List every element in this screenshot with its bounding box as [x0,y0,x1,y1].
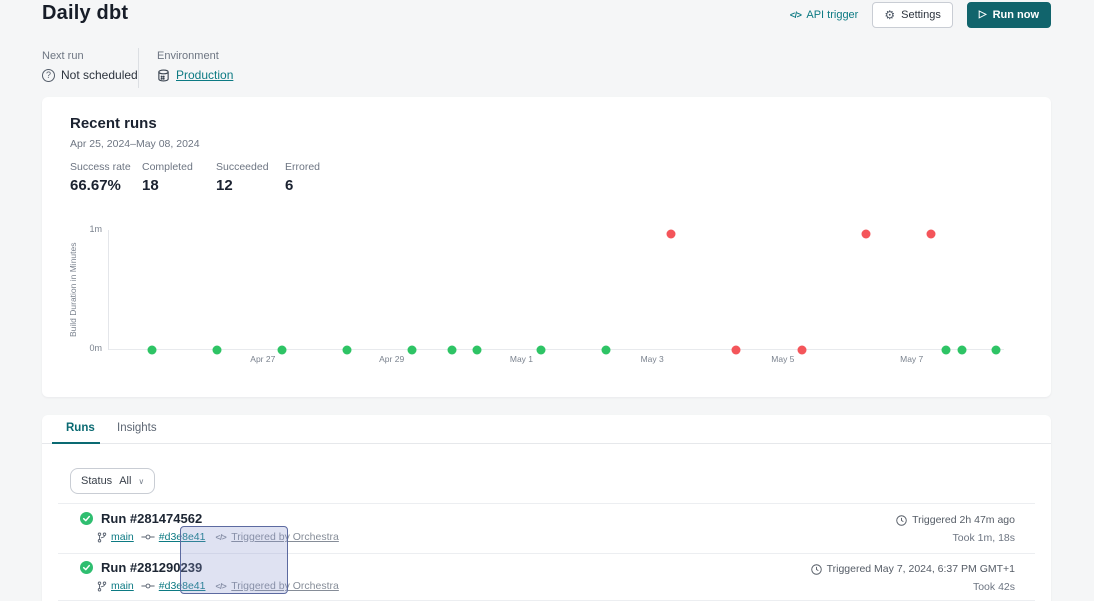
triggered-time: Triggered 2h 47m ago [896,514,1015,526]
y-tick-label: 1m [78,224,102,234]
chart-point-error[interactable] [862,229,871,238]
commit-sha[interactable]: #d3e8e41 [159,531,206,543]
play-icon: ▷ [979,10,987,20]
recent-runs-date-range: Apr 25, 2024–May 08, 2024 [70,138,200,150]
tab-runs[interactable]: Runs [66,422,95,434]
x-tick-label: Apr 27 [250,354,275,364]
commit-icon [141,533,155,541]
git-branch-icon [97,581,107,592]
stat-label: Succeeded [216,161,269,173]
environment-link[interactable]: Production [176,68,233,82]
trigger-source-badge[interactable]: </> Triggered by Orchestra [215,580,338,592]
branch-name[interactable]: main [111,531,134,543]
run-meta: Triggered May 7, 2024, 6:37 PM GMT+1 Too… [811,563,1015,593]
environment-value: Production [157,68,233,82]
next-run-value: ? Not scheduled [42,68,138,82]
branch-link[interactable]: main [97,531,134,543]
run-now-label: Run now [993,9,1039,21]
chart-plot [108,230,1035,350]
environment-label: Environment [157,50,219,62]
trigger-source-link[interactable]: Triggered by Orchestra [231,531,339,543]
next-run-text: Not scheduled [61,68,138,82]
stat-succeeded: Succeeded 12 [216,161,269,194]
database-icon [157,69,170,82]
run-now-button[interactable]: ▷ Run now [967,2,1051,28]
meta-divider [138,48,139,88]
stat-label: Success rate [70,161,131,173]
recent-runs-title: Recent runs [70,115,157,132]
success-check-icon [80,561,93,574]
x-tick-label: May 1 [510,354,533,364]
run-row[interactable]: Run #281474562 main #d3e8e41 [80,511,339,543]
commit-icon [141,582,155,590]
branch-name[interactable]: main [111,580,134,592]
active-tab-underline [52,442,100,444]
status-filter-label: Status [81,475,112,487]
runs-list-card: Runs Insights Status All ∨ Run #28147456… [42,415,1051,601]
duration-text: Took 42s [973,581,1015,593]
tab-bar: Runs Insights [42,415,1051,444]
api-trigger-button[interactable]: </> API trigger [790,9,858,21]
x-tick-label: May 5 [771,354,794,364]
tab-insights[interactable]: Insights [117,422,157,434]
code-icon: </> [790,10,802,20]
stat-completed: Completed 18 [142,161,193,194]
stat-success-rate: Success rate 66.67% [70,161,131,194]
api-trigger-label: API trigger [806,9,858,21]
y-tick-label: 0m [78,343,102,353]
trigger-source-link[interactable]: Triggered by Orchestra [231,580,339,592]
clock-icon [896,515,907,526]
commit-link[interactable]: #d3e8e41 [141,531,206,543]
recent-runs-card: Recent runs Apr 25, 2024–May 08, 2024 Su… [42,97,1051,397]
stat-label: Completed [142,161,193,173]
chart-y-axis-label: Build Duration in Minutes [68,230,80,350]
commit-link[interactable]: #d3e8e41 [141,580,206,592]
chart-x-axis-line [109,349,1004,350]
chart-point-error[interactable] [927,229,936,238]
chevron-down-icon: ∨ [138,477,144,486]
stat-value: 12 [216,177,269,194]
git-branch-icon [97,532,107,543]
x-tick-label: Apr 29 [379,354,404,364]
row-divider [58,553,1035,554]
settings-button[interactable]: ⚙ Settings [872,2,953,28]
x-tick-label: May 3 [641,354,664,364]
run-meta: Triggered 2h 47m ago Took 1m, 18s [896,514,1015,544]
settings-label: Settings [901,9,941,21]
trigger-source-badge[interactable]: </> Triggered by Orchestra [215,531,338,543]
chart-point-error[interactable] [667,229,676,238]
page-title: Daily dbt [42,2,128,25]
code-icon: </> [215,581,226,591]
triggered-text: Triggered 2h 47m ago [912,514,1015,526]
x-tick-label: May 7 [900,354,923,364]
stat-value: 18 [142,177,193,194]
branch-link[interactable]: main [97,580,134,592]
triggered-time: Triggered May 7, 2024, 6:37 PM GMT+1 [811,563,1015,575]
success-check-icon [80,512,93,525]
header-actions: </> API trigger ⚙ Settings ▷ Run now [790,1,1051,28]
next-run-label: Next run [42,50,84,62]
row-divider [58,503,1035,504]
commit-sha[interactable]: #d3e8e41 [159,580,206,592]
code-icon: </> [215,532,226,542]
status-filter-value: All [119,475,131,487]
status-filter-dropdown[interactable]: Status All ∨ [70,468,155,494]
stat-label: Errored [285,161,320,173]
gear-icon: ⚙ [884,9,895,21]
stat-errored: Errored 6 [285,161,320,194]
run-row[interactable]: Run #281290239 main #d3e8e41 [80,560,339,592]
stat-value: 66.67% [70,177,131,194]
run-name[interactable]: Run #281290239 [101,560,202,575]
triggered-text: Triggered May 7, 2024, 6:37 PM GMT+1 [827,563,1015,575]
chart-x-ticks: Apr 27 Apr 29 May 1 May 3 May 5 May 7 [108,354,1035,366]
question-circle-icon: ? [42,69,55,82]
duration-text: Took 1m, 18s [953,532,1015,544]
stat-value: 6 [285,177,320,194]
clock-icon [811,564,822,575]
run-name[interactable]: Run #281474562 [101,511,202,526]
